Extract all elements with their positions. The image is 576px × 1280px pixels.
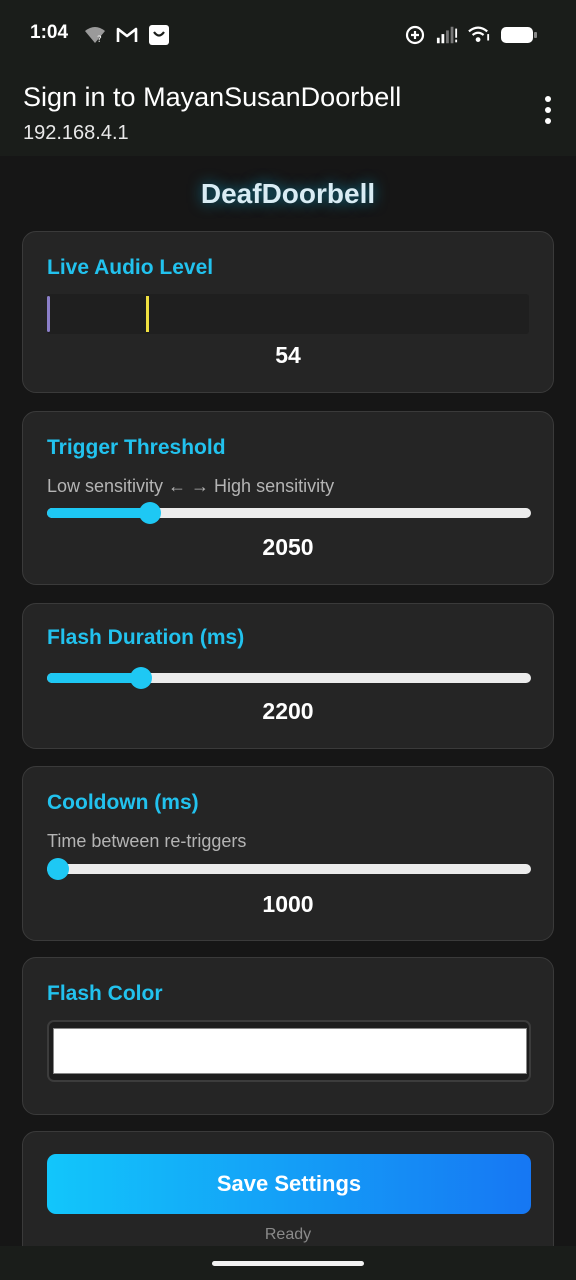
- trigger-threshold-title: Trigger Threshold: [47, 436, 226, 459]
- web-content[interactable]: DeafDoorbell Live Audio Level 54 Trigger…: [0, 156, 576, 1246]
- save-status-text: Ready: [264, 1226, 312, 1243]
- save-settings-button[interactable]: Save Settings: [47, 1154, 531, 1214]
- svg-text:?: ?: [97, 35, 102, 44]
- audio-level-card: Live Audio Level 54: [22, 231, 554, 393]
- status-notification-icons: ?: [84, 24, 170, 46]
- flash-duration-title: Flash Duration (ms): [47, 626, 245, 649]
- flash-color-title: Flash Color: [47, 982, 163, 1005]
- flash-color-picker[interactable]: [47, 1020, 531, 1082]
- trigger-threshold-description: Low sensitivity ← → High sensitivity: [47, 476, 335, 496]
- cooldown-value: 1000: [262, 891, 314, 917]
- audio-level-bar: [47, 296, 50, 332]
- page-title: DeafDoorbell: [200, 178, 376, 209]
- signal-icon: [436, 24, 458, 46]
- more-vert-icon[interactable]: [538, 96, 558, 124]
- flash-color-card: Flash Color: [22, 957, 554, 1115]
- slider-fill: [47, 673, 141, 683]
- slider-thumb[interactable]: [47, 858, 69, 880]
- slider-track[interactable]: [47, 864, 531, 874]
- flash-duration-card: Flash Duration (ms) 2200: [22, 603, 554, 749]
- flash-color-swatch[interactable]: [53, 1028, 527, 1074]
- app-bar: Sign in to MayanSusanDoorbell 192.168.4.…: [0, 72, 576, 156]
- shopping-bag-icon: [148, 24, 170, 46]
- home-gesture-handle[interactable]: [212, 1261, 364, 1266]
- gmail-icon: [116, 24, 138, 46]
- app-bar-address: 192.168.4.1: [23, 122, 129, 144]
- cooldown-card: Cooldown (ms) Time between re-triggers 1…: [22, 766, 554, 941]
- flash-duration-value: 2200: [262, 698, 314, 724]
- status-time: 1:04: [30, 22, 69, 43]
- audio-peak-marker: [145, 296, 149, 332]
- navigation-bar: [0, 1246, 576, 1280]
- battery-icon: [500, 24, 538, 46]
- trigger-threshold-card: Trigger Threshold Low sensitivity ← → Hi…: [22, 411, 554, 585]
- cooldown-title: Cooldown (ms): [47, 791, 199, 814]
- trigger-threshold-slider[interactable]: [47, 500, 531, 526]
- cooldown-slider[interactable]: [47, 856, 531, 882]
- wifi-question-icon: ?: [84, 24, 106, 46]
- trigger-threshold-value: 2050: [262, 534, 314, 560]
- slider-fill: [47, 508, 150, 518]
- audio-level-title: Live Audio Level: [47, 256, 214, 279]
- cooldown-description: Time between re-triggers: [47, 831, 247, 851]
- save-card: Save Settings Ready: [22, 1131, 554, 1246]
- status-system-icons: [404, 24, 538, 46]
- data-saver-icon: [404, 24, 426, 46]
- flash-duration-slider[interactable]: [47, 665, 531, 691]
- app-bar-title: Sign in to MayanSusanDoorbell: [23, 82, 402, 112]
- wifi-icon: [468, 24, 490, 46]
- slider-thumb[interactable]: [129, 667, 152, 689]
- audio-level-meter: [47, 294, 529, 334]
- slider-thumb[interactable]: [138, 502, 161, 524]
- audio-level-value: 54: [275, 342, 301, 368]
- status-bar: 1:04 ?: [0, 0, 576, 72]
